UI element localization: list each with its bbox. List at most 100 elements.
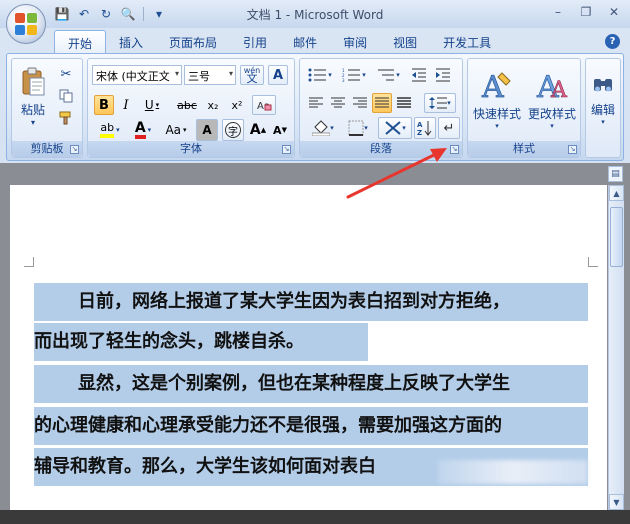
change-styles-button[interactable]: AA 更改样式 ▾: [526, 63, 578, 135]
help-icon[interactable]: ?: [605, 34, 620, 49]
close-button[interactable]: ✕: [602, 3, 626, 21]
bullets-button[interactable]: ▾: [304, 65, 336, 85]
italic-button[interactable]: I: [116, 95, 136, 115]
align-center-button[interactable]: [328, 93, 348, 113]
change-case-button[interactable]: Aa ▾: [160, 119, 192, 141]
justify-button[interactable]: [372, 93, 392, 113]
subscript-button[interactable]: x₂: [202, 95, 224, 115]
chevron-down-icon: ▾: [183, 126, 187, 134]
copy-icon[interactable]: [56, 87, 76, 105]
font-size-combo[interactable]: 三号 ▾: [184, 65, 236, 85]
paragraph-dialog-launcher[interactable]: ↘: [450, 145, 459, 154]
scroll-thumb[interactable]: [610, 207, 623, 267]
paragraph-mark-icon: ↵: [443, 120, 455, 136]
tab-references[interactable]: 引用: [230, 30, 280, 54]
paste-dropdown-icon: ▾: [30, 118, 35, 127]
document-line[interactable]: 的心理健康和心理承受能力还不是很强，需要加强这方面的: [34, 407, 588, 445]
save-icon[interactable]: 💾: [52, 5, 72, 23]
print-preview-icon[interactable]: 🔍: [118, 5, 138, 23]
tab-review[interactable]: 审阅: [330, 30, 380, 54]
tab-mailings[interactable]: 邮件: [280, 30, 330, 54]
document-line[interactable]: 显然，这是个别案例，但也在某种程度上反映了大学生: [34, 365, 588, 403]
show-hide-marks-button[interactable]: ↵: [438, 117, 460, 139]
cut-icon[interactable]: ✂: [56, 65, 76, 83]
tab-insert[interactable]: 插入: [106, 30, 156, 54]
chevron-down-icon: ▾: [601, 117, 605, 126]
font-name-combo[interactable]: 宋体 (中文正文 ▾: [92, 65, 182, 85]
enclose-characters-button[interactable]: 字: [222, 119, 244, 141]
minimize-button[interactable]: –: [546, 3, 570, 21]
font-name-value: 宋体 (中文正文: [96, 70, 170, 83]
tab-page-layout[interactable]: 页面布局: [156, 30, 230, 54]
clear-formatting-button[interactable]: Aa: [252, 95, 276, 115]
paste-button[interactable]: 粘贴 ▾: [16, 63, 50, 131]
chevron-down-icon: ▾: [495, 121, 499, 130]
bullets-icon: [308, 68, 327, 82]
character-shading-button[interactable]: A: [196, 119, 218, 141]
increase-indent-button[interactable]: [432, 65, 454, 85]
styles-group: A 快速样式 ▾ AA 更改样式 ▾ 样式 ↘: [467, 58, 581, 158]
format-painter-icon[interactable]: [56, 109, 76, 127]
office-button[interactable]: [6, 4, 46, 44]
change-case-label: Aa: [165, 123, 182, 137]
qat-separator: [143, 7, 144, 21]
sort-button[interactable]: AZ: [414, 117, 436, 139]
svg-text:3: 3: [342, 78, 345, 82]
shading-button[interactable]: ▾: [306, 117, 340, 139]
bold-button[interactable]: B: [94, 95, 114, 115]
editing-button[interactable]: 编辑 ▾: [588, 63, 618, 135]
decrease-indent-button[interactable]: [408, 65, 430, 85]
underline-button[interactable]: U ▾: [138, 95, 166, 115]
chinese-layout-button[interactable]: ▾: [378, 117, 412, 139]
numbering-button[interactable]: 1 2 3 ▾: [338, 65, 370, 85]
grow-font-label: A: [249, 122, 261, 138]
vertical-scrollbar[interactable]: ▲ ▼: [608, 185, 624, 510]
view-ruler-icon[interactable]: ▤: [608, 166, 623, 182]
borders-button[interactable]: ▾: [342, 117, 374, 139]
tab-home[interactable]: 开始: [54, 30, 107, 54]
undo-icon[interactable]: ↶: [74, 5, 94, 23]
eraser-icon: Aa: [257, 101, 272, 112]
line-spacing-icon: [429, 97, 448, 109]
align-left-button[interactable]: [306, 93, 326, 113]
customize-qat-icon[interactable]: ▾: [149, 5, 169, 23]
grow-font-button[interactable]: A ▲: [248, 119, 268, 141]
strikethrough-button[interactable]: abc: [174, 95, 200, 115]
restore-button[interactable]: ❐: [574, 3, 598, 21]
line-spacing-button[interactable]: ▾: [424, 93, 456, 113]
distributed-button[interactable]: [394, 93, 414, 113]
superscript-button[interactable]: x²: [226, 95, 248, 115]
redo-icon[interactable]: ↻: [96, 5, 116, 23]
tab-developer[interactable]: 开发工具: [430, 30, 504, 54]
font-color-button[interactable]: A ▾: [128, 119, 158, 141]
chevron-down-icon: ▾: [116, 126, 120, 134]
enclose-characters-icon: 字: [225, 122, 241, 138]
character-border-button[interactable]: A: [268, 65, 288, 85]
tab-view[interactable]: 视图: [380, 30, 430, 54]
text-highlight-button[interactable]: ab ▾: [94, 119, 126, 141]
decrease-indent-icon: [412, 68, 426, 82]
distributed-icon: [397, 97, 411, 108]
shrink-font-button[interactable]: A ▼: [270, 119, 290, 141]
styles-dialog-launcher[interactable]: ↘: [568, 145, 577, 154]
phonetic-guide-icon: 文: [246, 72, 258, 85]
font-color-icon: A: [134, 121, 146, 139]
sort-icon: AZ: [417, 121, 432, 136]
align-right-button[interactable]: [350, 93, 370, 113]
numbering-icon: 123: [342, 68, 361, 82]
styles-group-label: 样式: [468, 141, 580, 157]
scroll-down-icon[interactable]: ▼: [609, 494, 624, 510]
highlight-icon: ab: [100, 122, 115, 138]
document-line[interactable]: 而出现了轻生的念头，跳楼自杀。: [34, 323, 368, 361]
align-left-icon: [309, 97, 323, 108]
font-dialog-launcher[interactable]: ↘: [282, 145, 291, 154]
paragraph-group: ▾ 1 2 3 ▾ ▾ ▾ ▾ ▾ ▾ AZ ↵ 段落 ↘: [299, 58, 463, 158]
paint-bucket-icon: [312, 120, 331, 136]
document-line[interactable]: 日前，网络上报道了某大学生因为表白招到对方拒绝，: [34, 283, 588, 321]
quick-styles-button[interactable]: A 快速样式 ▾: [472, 63, 522, 135]
multilevel-list-button[interactable]: ▾: [372, 65, 404, 85]
phonetic-guide-button[interactable]: wén 文: [240, 65, 264, 85]
underline-label: U: [144, 98, 154, 112]
clipboard-dialog-launcher[interactable]: ↘: [70, 145, 79, 154]
scroll-up-icon[interactable]: ▲: [609, 185, 624, 201]
